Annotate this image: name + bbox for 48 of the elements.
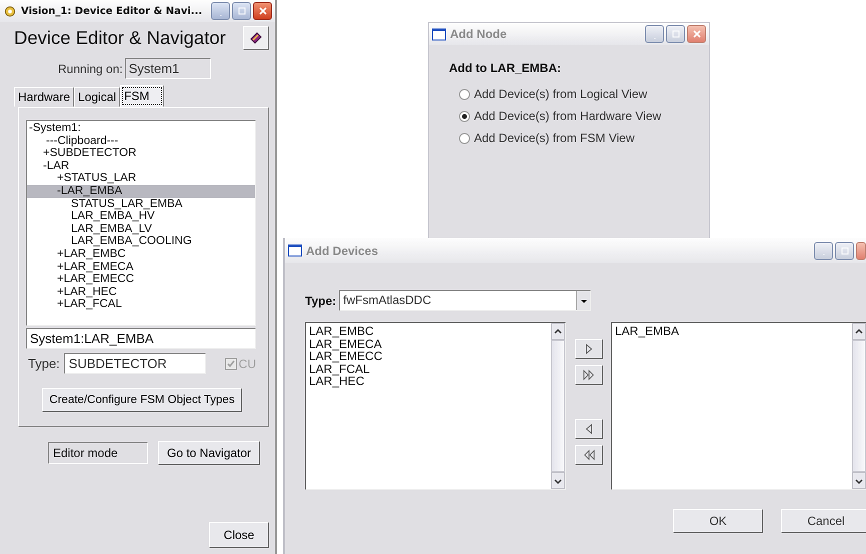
window-title: Add Node <box>450 27 507 41</box>
type-label: Type: <box>305 294 336 308</box>
running-on-field: System1 <box>124 58 211 79</box>
list-item[interactable]: LAR_EMECA <box>309 338 548 350</box>
mode-field: Editor mode <box>48 442 148 464</box>
window-title: Vision_1: Device Editor & Navi... <box>21 6 202 16</box>
radio-option[interactable]: Add Device(s) from Hardware View <box>459 109 709 123</box>
navigator-button[interactable]: Go to Navigator <box>158 441 260 465</box>
configure-types-button[interactable]: Create/Configure FSM Object Types <box>42 388 242 412</box>
tree-item[interactable]: +LAR_EMECA <box>27 260 255 274</box>
radio-option[interactable]: Add Device(s) from Logical View <box>459 87 709 101</box>
list-item[interactable]: LAR_EMBA <box>615 325 849 338</box>
window-heading: Device Editor & Navigator <box>14 27 226 49</box>
tree-item[interactable]: LAR_EMBA_HV <box>27 210 255 223</box>
list-item[interactable]: LAR_HEC <box>309 375 548 388</box>
tree-item[interactable]: +LAR_FCAL <box>27 298 255 311</box>
tree-item[interactable]: LAR_EMBA_LV <box>27 222 255 236</box>
dialog-button[interactable]: OK <box>673 509 763 533</box>
close-window-button[interactable]: Close <box>209 522 269 548</box>
path-field[interactable]: System1:LAR_EMBA <box>26 328 256 349</box>
tree-item[interactable]: +LAR_EMECC <box>27 273 255 286</box>
dialog-heading: Add to LAR_EMBA: <box>449 61 562 75</box>
tree-item[interactable]: +LAR_HEC <box>27 286 255 298</box>
cu-label: CU <box>238 356 256 370</box>
tab[interactable]: Logical <box>74 87 120 107</box>
type-dropdown[interactable]: fwFsmAtlasDDC <box>339 290 592 311</box>
tree-item[interactable]: ---Clipboard--- <box>27 134 255 148</box>
dialog-button[interactable]: Cancel <box>781 509 866 533</box>
type-field[interactable]: SUBDETECTOR <box>64 353 206 374</box>
list-item[interactable]: LAR_EMBC <box>309 325 548 338</box>
list-item[interactable]: LAR_FCAL <box>309 362 548 375</box>
tree-item[interactable]: +STATUS_LAR <box>27 172 255 185</box>
radio-option[interactable]: Add Device(s) from FSM View <box>459 131 709 145</box>
type-label: Type: <box>28 356 60 371</box>
tab[interactable]: Hardware <box>14 87 74 107</box>
tree-item[interactable]: +SUBDETECTOR <box>27 147 255 160</box>
list-item[interactable]: LAR_EMECC <box>309 350 548 362</box>
window-title: Add Devices <box>306 244 378 258</box>
chosen-list[interactable]: LAR_EMBA <box>611 322 866 490</box>
tree-item[interactable]: -LAR_EMBA <box>27 184 255 198</box>
tree-item[interactable]: LAR_EMBA_COOLING <box>27 235 255 248</box>
available-list[interactable]: LAR_EMBC LAR_EMECA LAR_EMECC LAR_FCAL LAR_HEC <box>305 322 566 490</box>
tree-item[interactable]: +LAR_EMBC <box>27 248 255 261</box>
running-on-label: Running on: <box>58 62 123 76</box>
tree-item[interactable]: -LAR <box>27 160 255 172</box>
tab[interactable]: FSM <box>120 85 164 107</box>
tree-item[interactable]: -System1: <box>27 122 255 135</box>
tree-item[interactable]: STATUS_LAR_EMBA <box>27 198 255 210</box>
